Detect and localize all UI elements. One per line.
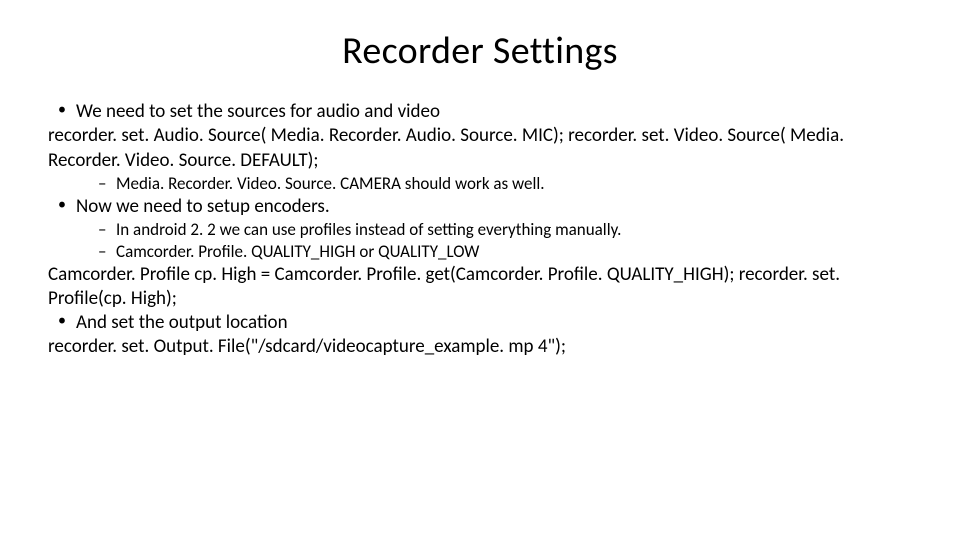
bullet-setup-encoders: Now we need to setup encoders. [48, 195, 912, 219]
slide-container: Recorder Settings We need to set the sou… [0, 0, 960, 540]
subbullet-camera-source: Media. Recorder. Video. Source. CAMERA s… [48, 173, 912, 195]
slide-body: We need to set the sources for audio and… [48, 100, 912, 360]
code-output-file: recorder. set. Output. File("/sdcard/vid… [48, 335, 912, 359]
bullet-output-location: And set the output location [48, 311, 912, 335]
code-source-calls: recorder. set. Audio. Source( Media. Rec… [48, 124, 912, 173]
code-profile-calls: Camcorder. Profile cp. High = Camcorder.… [48, 263, 912, 312]
subbullet-quality-constants: Camcorder. Profile. QUALITY_HIGH or QUAL… [48, 241, 912, 263]
bullet-set-sources: We need to set the sources for audio and… [48, 100, 912, 124]
slide-title: Recorder Settings [48, 28, 912, 74]
subbullet-profiles: In android 2. 2 we can use profiles inst… [48, 219, 912, 241]
